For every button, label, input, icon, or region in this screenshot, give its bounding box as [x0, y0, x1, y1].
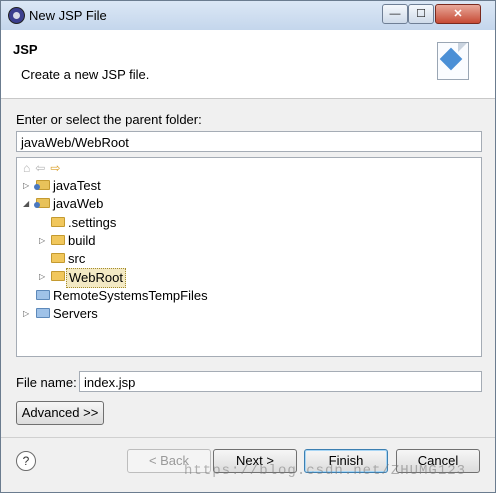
- tree-item-label: javaWeb: [53, 196, 104, 211]
- wizard-header: JSP Create a new JSP file.: [1, 30, 495, 99]
- folder-icon: [51, 235, 65, 245]
- tree-item-label: build: [68, 233, 96, 248]
- parent-folder-label: Enter or select the parent folder:: [16, 112, 202, 127]
- tree-item-label: javaTest: [53, 178, 101, 193]
- project-folder-icon: [34, 198, 50, 208]
- expand-arrow-icon[interactable]: ▷: [39, 232, 47, 250]
- tree-item-label-selected: WebRoot: [66, 268, 126, 288]
- file-name-input[interactable]: index.jsp: [79, 371, 482, 392]
- folder-icon: [51, 253, 65, 263]
- eclipse-icon: [8, 7, 25, 24]
- home-icon[interactable]: ⌂: [23, 161, 30, 175]
- tree-item-label: Servers: [53, 306, 98, 321]
- tree-nav-toolbar: ⌂ ⇦ ⇨: [23, 161, 65, 175]
- close-button[interactable]: ✕: [435, 4, 481, 24]
- maximize-button[interactable]: ☐: [408, 4, 434, 24]
- wizard-title: JSP: [13, 42, 38, 57]
- wizard-description: Create a new JSP file.: [21, 67, 150, 82]
- back-icon[interactable]: ⇦: [35, 161, 45, 175]
- help-icon[interactable]: ?: [16, 451, 36, 471]
- expand-arrow-icon[interactable]: ▷: [23, 305, 31, 323]
- dialog-window: New JSP File — ☐ ✕ JSP Create a new JSP …: [0, 0, 496, 493]
- folder-icon: [51, 217, 65, 227]
- minimize-button[interactable]: —: [382, 4, 408, 24]
- tree-item-label: .settings: [68, 215, 117, 230]
- file-name-label: File name:: [16, 375, 77, 390]
- collapse-arrow-icon[interactable]: ◢: [23, 195, 31, 213]
- project-folder-icon: [36, 290, 50, 300]
- folder-icon: [51, 271, 65, 281]
- folder-tree[interactable]: ⌂ ⇦ ⇨ ▷ javaTest ◢ javaWeb .settings ▷ bui…: [16, 157, 482, 357]
- watermark: https://blog.csdn.net/ZHUMG123: [184, 463, 467, 479]
- project-folder-icon: [36, 308, 50, 318]
- parent-folder-input[interactable]: javaWeb/WebRoot: [16, 131, 482, 152]
- advanced-button[interactable]: Advanced >>: [16, 401, 104, 425]
- project-folder-icon: [34, 180, 50, 190]
- window-title: New JSP File: [29, 8, 107, 23]
- jsp-wizard-icon: [437, 42, 469, 80]
- button-bar-divider: [1, 437, 495, 438]
- tree-item-label: RemoteSystemsTempFiles: [53, 288, 208, 303]
- title-bar[interactable]: New JSP File — ☐ ✕: [1, 1, 495, 30]
- tree-item-label: src: [68, 251, 86, 266]
- expand-arrow-icon[interactable]: ▷: [23, 177, 31, 195]
- expand-arrow-icon[interactable]: ▷: [39, 268, 47, 286]
- forward-icon[interactable]: ⇨: [50, 161, 60, 175]
